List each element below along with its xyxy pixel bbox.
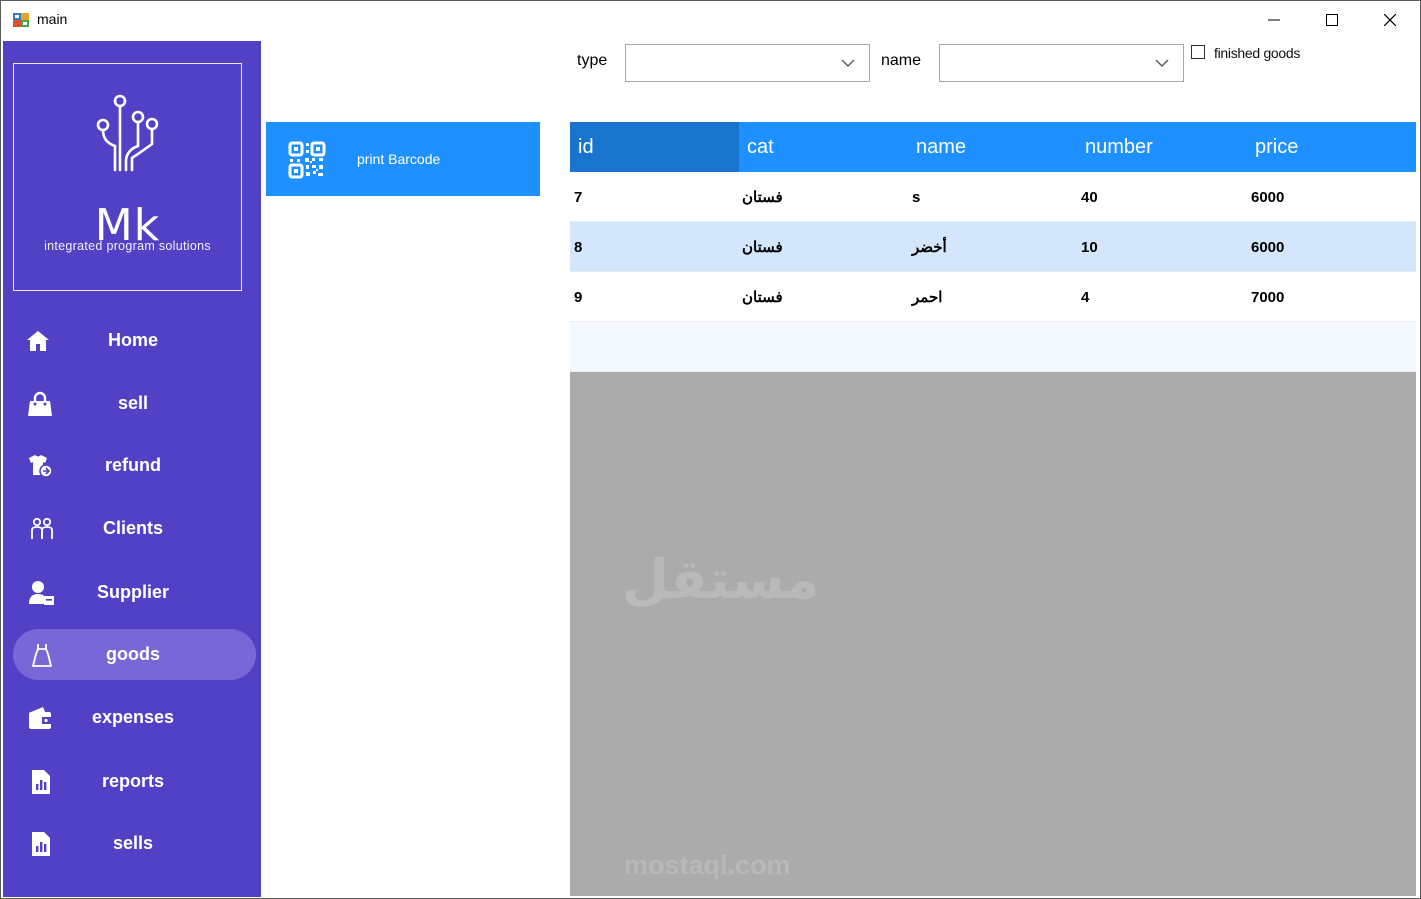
cell-id: 7 [574, 188, 583, 206]
type-combobox[interactable] [625, 44, 870, 82]
sidebar-item-home[interactable]: Home [13, 315, 256, 366]
sidebar-item-label: sells [112, 833, 154, 853]
sidebar-item-label: expenses [91, 707, 175, 727]
chevron-down-icon [841, 59, 855, 67]
sidebar-item-sells[interactable]: sells [13, 818, 256, 869]
print-barcode-button[interactable]: print Barcode [266, 122, 540, 196]
cell-cat: فستان [742, 239, 783, 256]
maximize-icon [1326, 14, 1338, 26]
cell-number: 10 [1081, 238, 1098, 256]
table-row[interactable]: 9 فستان احمر 4 7000 [570, 272, 1416, 322]
chevron-down-icon [1155, 59, 1169, 67]
column-header-number[interactable]: number [1085, 122, 1254, 172]
logo: Mk integrated program solutions [13, 63, 242, 291]
logo-tagline: integrated program solutions [44, 239, 211, 253]
sidebar-item-label: reports [101, 771, 164, 791]
cell-name: احمر [912, 289, 943, 306]
cell-price: 6000 [1251, 188, 1285, 206]
table-row[interactable]: 7 فستان s 40 6000 [570, 172, 1416, 222]
sidebar: Mk integrated program solutions Home sel… [3, 41, 261, 897]
dress-icon [29, 642, 55, 668]
sidebar-item-refund[interactable]: refund [13, 440, 256, 491]
close-button[interactable] [1361, 1, 1419, 39]
cell-price: 7000 [1251, 288, 1285, 306]
type-label: type [577, 52, 608, 69]
new-row[interactable] [570, 322, 1416, 372]
grid-header: id cat name number price [570, 122, 1416, 172]
sidebar-item-goods[interactable]: goods [13, 629, 256, 680]
cell-id: 8 [574, 238, 583, 256]
sidebar-item-clients[interactable]: Clients [13, 503, 256, 554]
cell-name: s [912, 188, 921, 206]
shopping-bag-icon [27, 391, 53, 417]
finished-goods-checkbox[interactable] [1191, 45, 1205, 59]
qr-code-icon [288, 141, 326, 179]
column-header-name[interactable]: name [916, 122, 1085, 172]
home-icon [25, 328, 51, 354]
print-barcode-label: print Barcode [357, 151, 441, 167]
table-row[interactable]: 8 فستان أخضر 10 6000 [570, 222, 1416, 272]
watermark-arabic: مستقل [622, 548, 820, 611]
sidebar-item-label: sell [117, 393, 149, 413]
app-icon [13, 13, 29, 27]
cell-number: 40 [1081, 188, 1098, 206]
wallet-icon [27, 705, 53, 731]
finished-goods-label[interactable]: finished goods [1214, 45, 1300, 61]
report-chart-icon [28, 769, 54, 795]
circuit-logo-icon [96, 94, 159, 172]
sidebar-item-sell[interactable]: sell [13, 378, 256, 429]
sidebar-item-label: refund [105, 455, 161, 475]
cell-cat: فستان [742, 189, 783, 206]
column-header-id[interactable]: id [570, 122, 739, 172]
sidebar-item-supplier[interactable]: Supplier [13, 567, 256, 618]
column-header-cat[interactable]: cat [747, 122, 916, 172]
name-combobox[interactable] [939, 44, 1184, 82]
report-chart-icon [28, 831, 54, 857]
title-bar: main [1, 1, 1420, 39]
watermark-latin: mostaql.com [624, 850, 791, 880]
supplier-icon [29, 580, 55, 606]
minimize-icon [1268, 19, 1280, 21]
goods-grid[interactable]: مستقل mostaql.com id cat name number pri… [570, 122, 1416, 896]
column-header-price[interactable]: price [1255, 122, 1416, 172]
cell-cat: فستان [742, 289, 783, 306]
sidebar-item-expenses[interactable]: expenses [13, 692, 256, 743]
cell-id: 9 [574, 288, 583, 306]
sidebar-item-label: Home [107, 330, 158, 350]
sidebar-item-label: Clients [102, 518, 163, 538]
window-title: main [37, 11, 68, 27]
maximize-button[interactable] [1303, 1, 1361, 39]
sidebar-item-label: goods [106, 644, 160, 664]
refund-shirt-icon [27, 453, 53, 479]
cell-name: أخضر [912, 239, 947, 256]
sidebar-item-label: Supplier [96, 582, 169, 602]
sidebar-item-reports[interactable]: reports [13, 756, 256, 807]
cell-price: 6000 [1251, 238, 1285, 256]
cell-number: 4 [1081, 288, 1090, 306]
name-label: name [881, 52, 922, 69]
clients-icon [29, 516, 55, 542]
close-icon [1384, 14, 1396, 26]
minimize-button[interactable] [1245, 1, 1303, 39]
